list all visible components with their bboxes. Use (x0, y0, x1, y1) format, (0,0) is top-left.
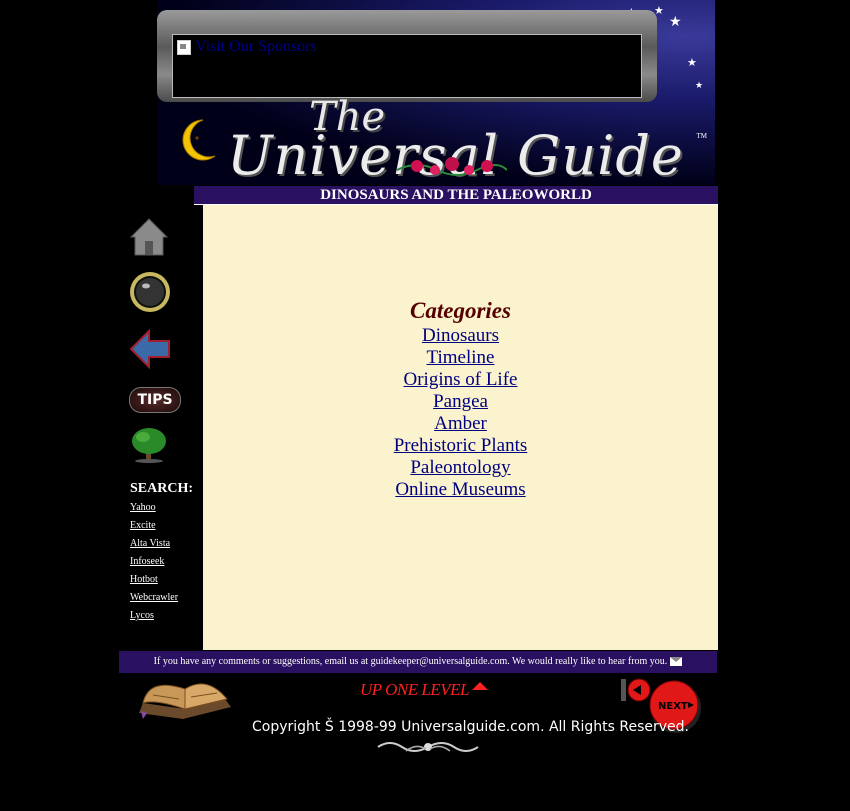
moon-ball-icon[interactable] (129, 271, 171, 313)
site-logo: The Universal Guide TM (177, 94, 717, 187)
category-link-timeline[interactable]: Timeline (203, 347, 718, 369)
search-link-webcrawler[interactable]: Webcrawler (130, 592, 178, 603)
comment-text: If you have any comments or suggestions,… (153, 656, 668, 667)
sponsor-link-label: Visit Our Sponsors (195, 38, 317, 55)
category-link-paleontology[interactable]: Paleontology (203, 457, 718, 479)
categories-title: Categories (410, 298, 511, 323)
copyright-text: Copyright Š 1998-99 Universalguide.com. … (252, 719, 689, 735)
search-link-hotbot[interactable]: Hotbot (130, 574, 158, 585)
broken-image-icon (177, 39, 191, 55)
category-link-online-museums[interactable]: Online Museums (203, 479, 718, 501)
section-title-bar: DINOSAURS AND THE PALEOWORLD (194, 186, 718, 205)
category-link-dinosaurs[interactable]: Dinosaurs (203, 325, 718, 347)
categories-list: Categories Dinosaurs Timeline Origins of… (203, 297, 718, 501)
sponsor-frame: Visit Our Sponsors (157, 10, 657, 102)
star-icon: ★ (687, 57, 697, 69)
tree-icon[interactable] (129, 425, 169, 463)
star-icon: ★ (669, 15, 682, 30)
tips-icon[interactable]: TIPS (129, 387, 181, 413)
main-content: Categories Dinosaurs Timeline Origins of… (203, 205, 718, 650)
book-icon[interactable] (135, 673, 235, 723)
home-icon[interactable] (129, 217, 169, 257)
sponsor-link[interactable]: Visit Our Sponsors (177, 38, 317, 56)
search-link-yahoo[interactable]: Yahoo (130, 502, 156, 513)
next-label: NEXT (658, 701, 688, 712)
ornament-divider-icon (377, 742, 479, 752)
flowers-icon (397, 157, 507, 176)
up-one-level-link[interactable]: UP ONE LEVEL (360, 680, 488, 700)
search-link-lycos[interactable]: Lycos (130, 610, 154, 621)
sponsor-ad-box: Visit Our Sponsors (172, 34, 642, 98)
category-link-amber[interactable]: Amber (203, 413, 718, 435)
mail-icon[interactable] (670, 657, 683, 667)
search-link-infoseek[interactable]: Infoseek (130, 556, 164, 567)
up-level-label: UP ONE LEVEL (360, 680, 469, 699)
trademark: TM (696, 132, 708, 140)
category-link-origins-of-life[interactable]: Origins of Life (203, 369, 718, 391)
moon-icon (182, 119, 216, 161)
category-link-prehistoric-plants[interactable]: Prehistoric Plants (203, 435, 718, 457)
category-link-pangea[interactable]: Pangea (203, 391, 718, 413)
prev-button[interactable] (621, 677, 651, 703)
header-banner: ★ ★ ★ ★ ★ Visit Our Sponsors The Univers… (157, 0, 717, 187)
star-icon: ★ (695, 80, 704, 90)
search-link-excite[interactable]: Excite (130, 520, 156, 531)
comment-bar: If you have any comments or suggestions,… (119, 651, 717, 673)
search-link-altavista[interactable]: Alta Vista (130, 538, 170, 549)
search-heading: SEARCH: (130, 481, 194, 496)
up-arrow-icon (471, 682, 488, 690)
left-nav: TIPS SEARCH: Yahoo Excite Alta Vista Inf… (119, 205, 203, 650)
back-arrow-icon[interactable] (129, 329, 171, 369)
tips-label: TIPS (137, 392, 173, 408)
